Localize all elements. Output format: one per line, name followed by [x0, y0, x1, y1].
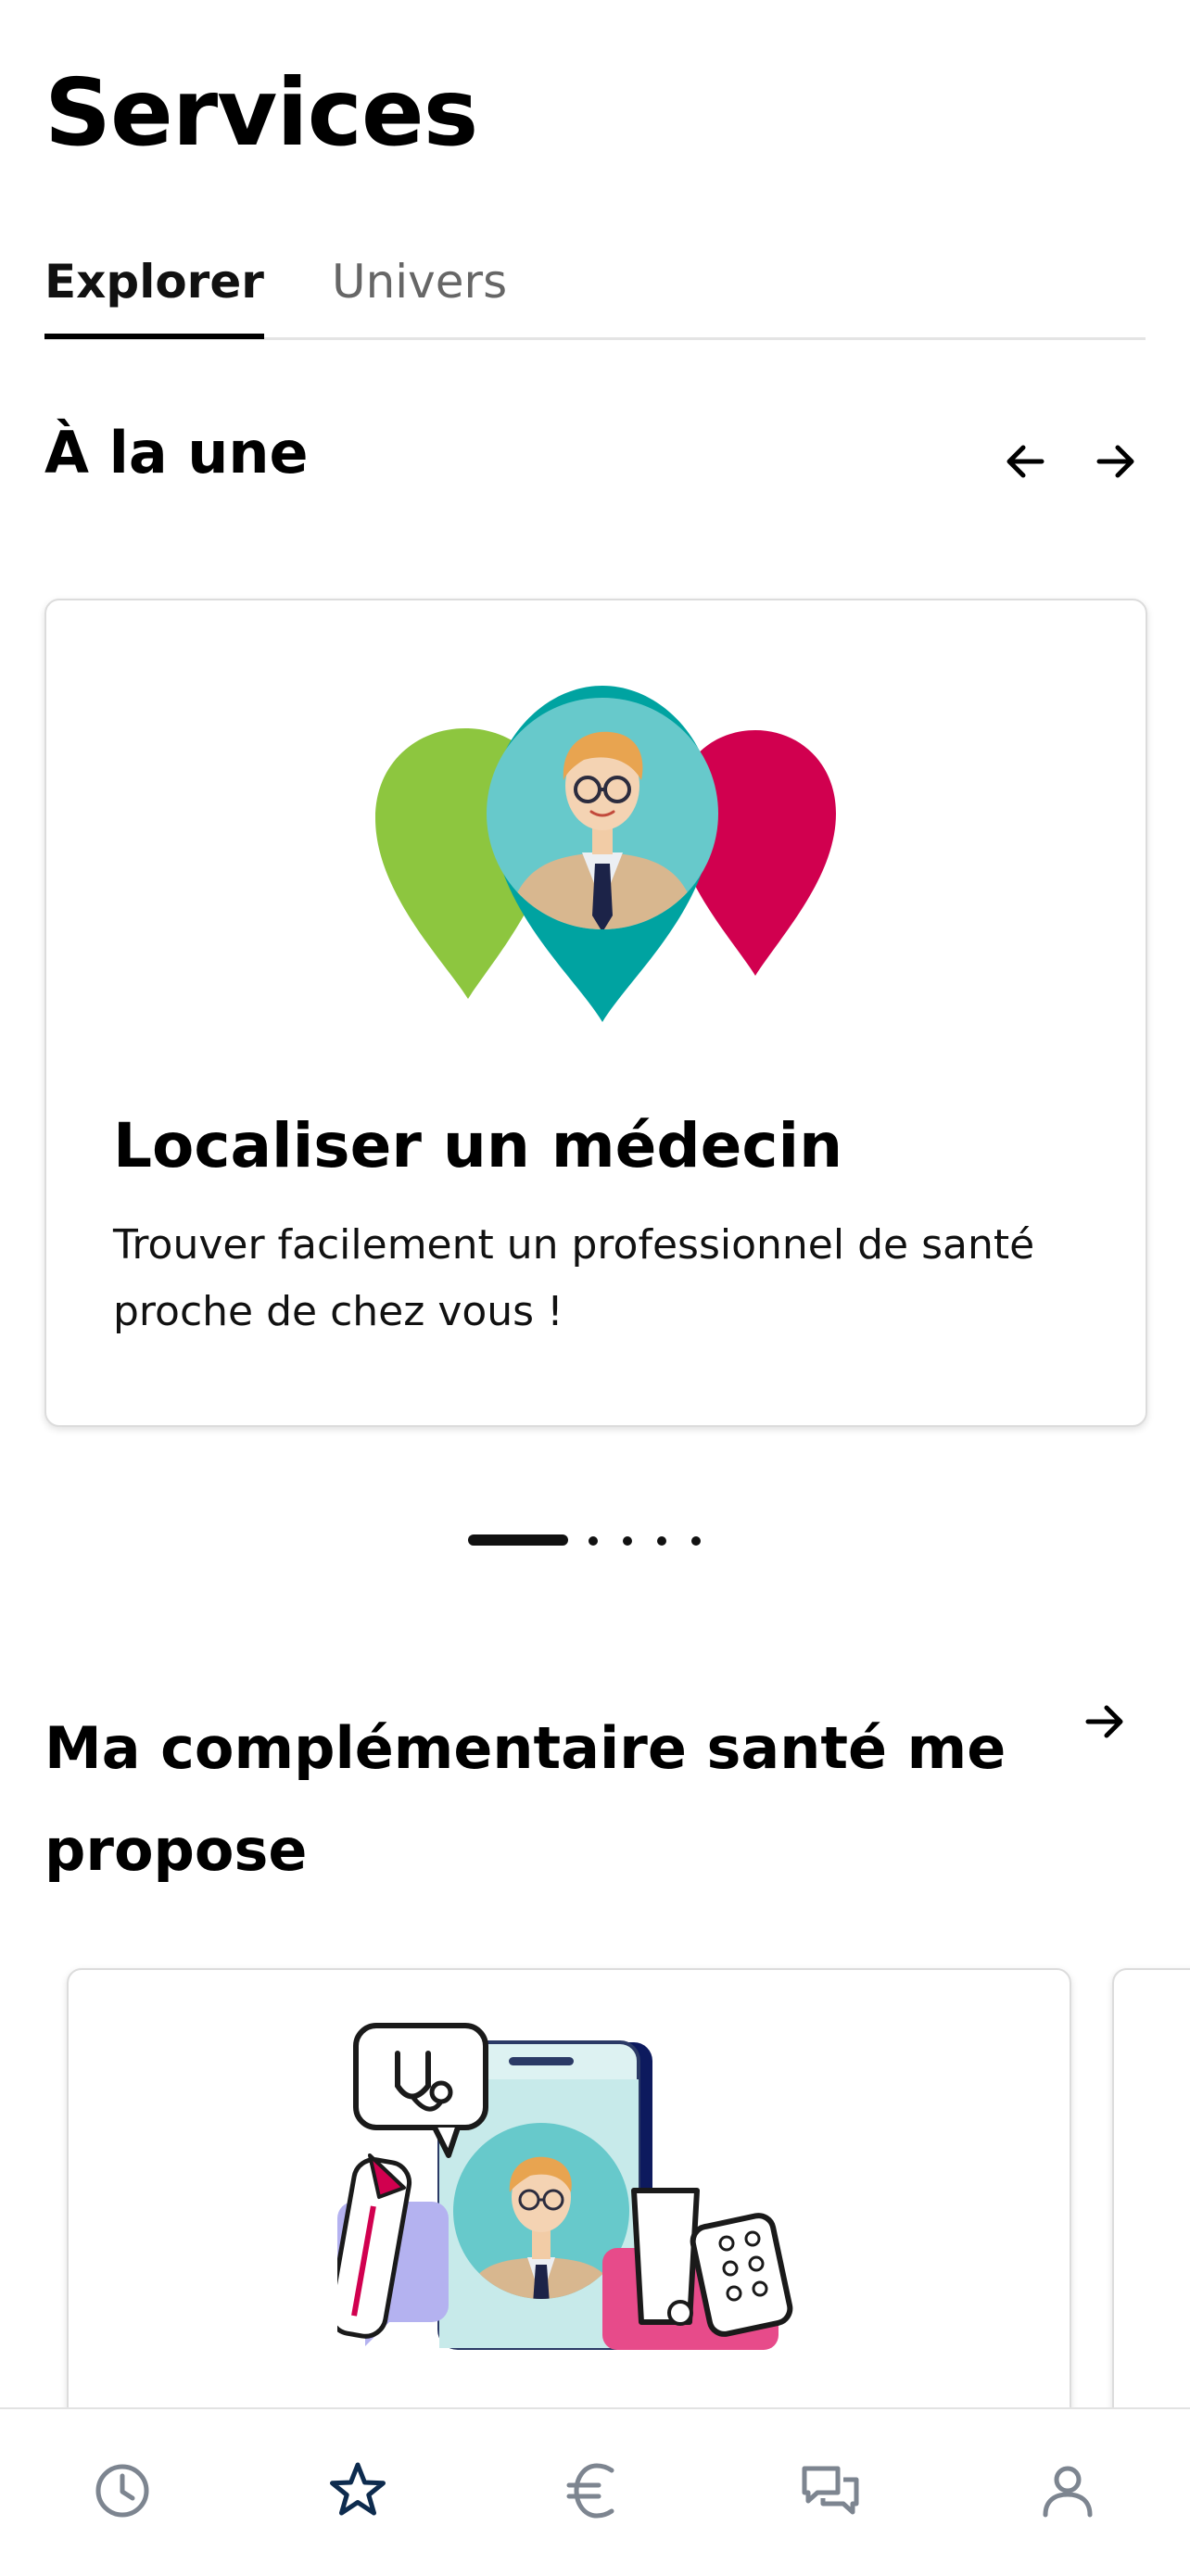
carousel-dot[interactable] — [657, 1536, 666, 1546]
carousel-dot-active[interactable] — [468, 1534, 568, 1546]
carousel-dot[interactable] — [691, 1536, 701, 1546]
tab-univers[interactable]: Univers — [332, 248, 507, 315]
doctor-location-pins-illustration — [375, 686, 836, 1022]
arrow-right-icon[interactable] — [1090, 436, 1142, 487]
featured-card-localiser-medecin[interactable]: Localiser un médecin Trouver facilement … — [44, 599, 1147, 1427]
teleconsultation-illustration — [337, 2023, 793, 2350]
card-title: Localiser un médecin — [113, 1110, 843, 1181]
arrow-right-icon[interactable] — [1079, 1696, 1131, 1748]
complementary-section-title: Ma complémentaire santé me propose — [44, 1714, 1006, 1884]
tab-bar: Explorer Univers — [44, 248, 1146, 340]
page-title: Services — [44, 58, 478, 167]
clock-icon[interactable] — [89, 2457, 156, 2524]
euro-icon[interactable] — [562, 2457, 628, 2524]
featured-section-title: À la une — [44, 419, 309, 486]
star-icon[interactable] — [324, 2457, 391, 2524]
user-icon[interactable] — [1034, 2457, 1101, 2524]
carousel-dot[interactable] — [623, 1536, 632, 1546]
arrow-left-icon[interactable] — [999, 436, 1051, 487]
card-description: Trouver facilement un professionnel de s… — [113, 1221, 1035, 1335]
carousel-dot[interactable] — [589, 1536, 598, 1546]
chat-icon[interactable] — [797, 2457, 864, 2524]
bottom-navigation — [0, 2407, 1190, 2576]
tab-explorer[interactable]: Explorer — [44, 248, 264, 339]
